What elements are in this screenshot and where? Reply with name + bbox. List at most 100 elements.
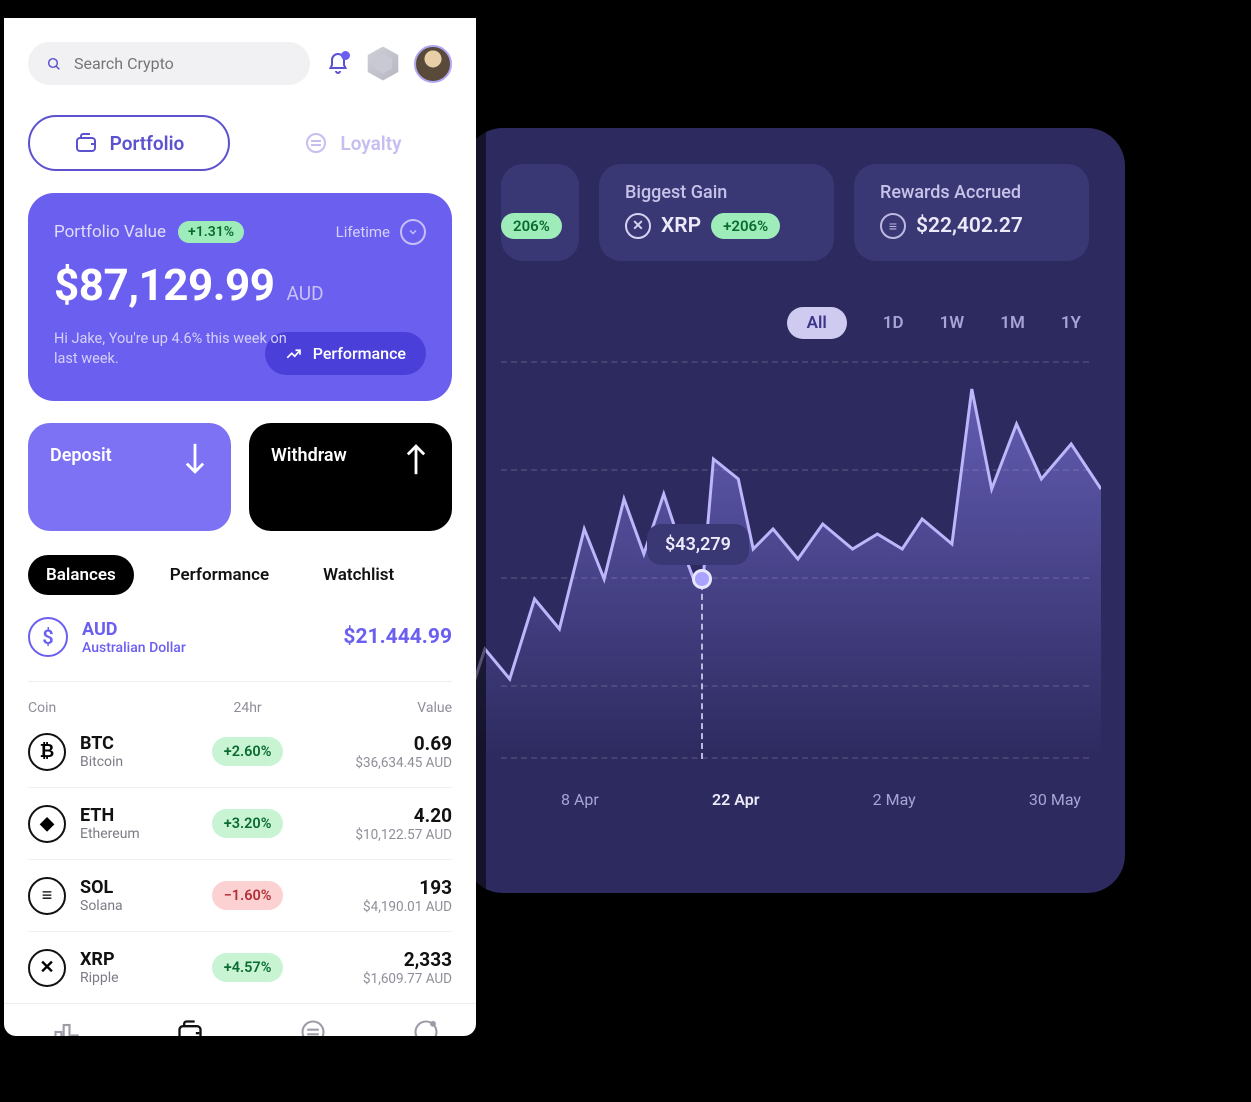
fiat-value: $21.444.99: [343, 625, 452, 649]
range-1w[interactable]: 1W: [940, 313, 965, 333]
bottom-nav: Buy/ Sell Portfolio Rewards Chat: [4, 1003, 476, 1036]
holding-value: $36,634.45 AUD: [301, 755, 452, 771]
change-pill: −1.60%: [212, 881, 284, 910]
change-pill: +4.57%: [212, 953, 284, 982]
holding-amount: 193: [301, 876, 452, 899]
performance-button-label: Performance: [313, 344, 406, 363]
x-tick: 8 Apr: [561, 790, 599, 809]
search-icon: [46, 55, 62, 73]
range-1y[interactable]: 1Y: [1061, 313, 1081, 333]
table-row[interactable]: ₿BTCBitcoin+2.60%0.69$36,634.45 AUD: [28, 716, 452, 788]
coin-symbol: SOL: [80, 877, 123, 898]
coin-symbol: ETH: [80, 805, 140, 826]
arrow-up-icon: [402, 441, 430, 477]
portfolio-tab-label: Portfolio: [110, 132, 185, 155]
blank: [501, 182, 553, 203]
stat-symbol: XRP: [661, 214, 701, 238]
x-tick: 30 May: [1029, 790, 1081, 809]
coin-name: Bitcoin: [80, 754, 123, 770]
notifications-button[interactable]: [324, 50, 352, 78]
portfolio-currency: AUD: [287, 282, 324, 305]
coin-icon: ✕: [28, 949, 66, 987]
col-24h: 24hr: [195, 700, 301, 716]
chart-selected-point: [692, 569, 712, 589]
table-row[interactable]: ◆ETHEthereum+3.20%4.20$10,122.57 AUD: [28, 788, 452, 860]
list-tabs: Balances Performance Watchlist: [28, 555, 452, 595]
section-toggle: Portfolio Loyalty: [28, 115, 452, 171]
nav-chat[interactable]: Chat: [412, 1018, 440, 1036]
chart-bar-icon: [52, 1018, 80, 1036]
change-pill: +3.20%: [212, 809, 284, 838]
nav-portfolio[interactable]: Portfolio: [164, 1018, 215, 1036]
nav-rewards[interactable]: Rewards: [288, 1018, 338, 1036]
time-range-selector: All 1D 1W 1M 1Y: [501, 307, 1081, 339]
top-bar: [28, 42, 452, 85]
deposit-button[interactable]: Deposit: [28, 423, 231, 531]
loyalty-tab-label: Loyalty: [340, 132, 401, 155]
performance-chart[interactable]: $43,279 8 Apr 22 Apr 2 May 30 May: [501, 349, 1089, 819]
profile-avatar[interactable]: [414, 45, 452, 83]
coin-name: Ripple: [80, 970, 119, 986]
coin-symbol: XRP: [80, 949, 119, 970]
coin-icon: ◆: [28, 805, 66, 843]
stat-value: $22,402.27: [916, 214, 1023, 238]
stat-title: Biggest Gain: [625, 182, 808, 203]
coin-icon: ₿: [28, 733, 66, 771]
tab-performance[interactable]: Performance: [152, 555, 287, 595]
range-label: Lifetime: [336, 223, 390, 241]
chart-crosshair: [701, 574, 703, 759]
portfolio-change-pill: +1.31%: [178, 221, 244, 243]
holdings-list: ₿BTCBitcoin+2.60%0.69$36,634.45 AUD◆ETHE…: [28, 716, 452, 1003]
coin-name: Solana: [80, 898, 123, 914]
stat-title: Rewards Accrued: [880, 182, 1063, 203]
search-input[interactable]: [74, 54, 292, 73]
col-value: Value: [301, 700, 452, 716]
col-coin: Coin: [28, 700, 195, 716]
table-row[interactable]: ✕XRPRipple+4.57%2,333$1,609.77 AUD: [28, 932, 452, 1003]
change-pill: 206%: [501, 213, 562, 239]
chart-x-axis: 8 Apr 22 Apr 2 May 30 May: [501, 790, 1089, 809]
portfolio-value: $87,129.99: [54, 259, 275, 311]
chart-tooltip: $43,279: [647, 524, 749, 565]
performance-dashboard: 206% Biggest Gain ✕ XRP +206% Rewards Ac…: [465, 128, 1125, 893]
notification-dot: [341, 51, 350, 60]
fiat-symbol: AUD: [82, 619, 186, 640]
stat-card-rewards[interactable]: Rewards Accrued ≡ $22,402.27: [854, 164, 1089, 261]
tier-badge-icon[interactable]: [366, 47, 400, 81]
tab-watchlist[interactable]: Watchlist: [305, 555, 412, 595]
fiat-name: Australian Dollar: [82, 640, 186, 656]
chat-icon: [412, 1018, 440, 1036]
holding-value: $10,122.57 AUD: [301, 827, 452, 843]
change-pill: +2.60%: [212, 737, 284, 766]
deposit-withdraw-row: Deposit Withdraw: [28, 423, 452, 531]
x-tick-active: 22 Apr: [712, 790, 760, 809]
tab-balances[interactable]: Balances: [28, 555, 134, 595]
change-pill: +206%: [711, 213, 780, 239]
coin-icon: ≡: [28, 877, 66, 915]
rewards-icon: ≡: [880, 213, 906, 239]
range-1m[interactable]: 1M: [1000, 313, 1025, 333]
portfolio-tab[interactable]: Portfolio: [28, 115, 230, 171]
range-all[interactable]: All: [787, 307, 847, 339]
table-header: Coin 24hr Value: [28, 700, 452, 716]
performance-button[interactable]: Performance: [265, 332, 426, 375]
chevron-down-icon: [407, 226, 419, 238]
area-plot: [465, 349, 1101, 759]
fiat-balance-row[interactable]: $ AUD Australian Dollar $21.444.99: [28, 617, 452, 682]
search-input-wrap[interactable]: [28, 42, 310, 85]
stat-card-partial: 206%: [501, 164, 579, 261]
portfolio-value-card: Portfolio Value +1.31% Lifetime $87,129.…: [28, 193, 452, 401]
nav-buy-sell[interactable]: Buy/ Sell: [40, 1018, 91, 1036]
x-tick: 2 May: [873, 790, 916, 809]
wallet-icon: [74, 131, 98, 155]
table-row[interactable]: ≡SOLSolana−1.60%193$4,190.01 AUD: [28, 860, 452, 932]
holding-amount: 4.20: [301, 804, 452, 827]
wallet-icon: [176, 1018, 204, 1036]
holding-amount: 2,333: [301, 948, 452, 971]
withdraw-button[interactable]: Withdraw: [249, 423, 452, 531]
stat-card-biggest-gain[interactable]: Biggest Gain ✕ XRP +206%: [599, 164, 834, 261]
range-dropdown[interactable]: [400, 219, 426, 245]
loyalty-tab[interactable]: Loyalty: [254, 115, 452, 171]
range-1d[interactable]: 1D: [883, 313, 904, 333]
stat-cards: 206% Biggest Gain ✕ XRP +206% Rewards Ac…: [501, 164, 1089, 261]
